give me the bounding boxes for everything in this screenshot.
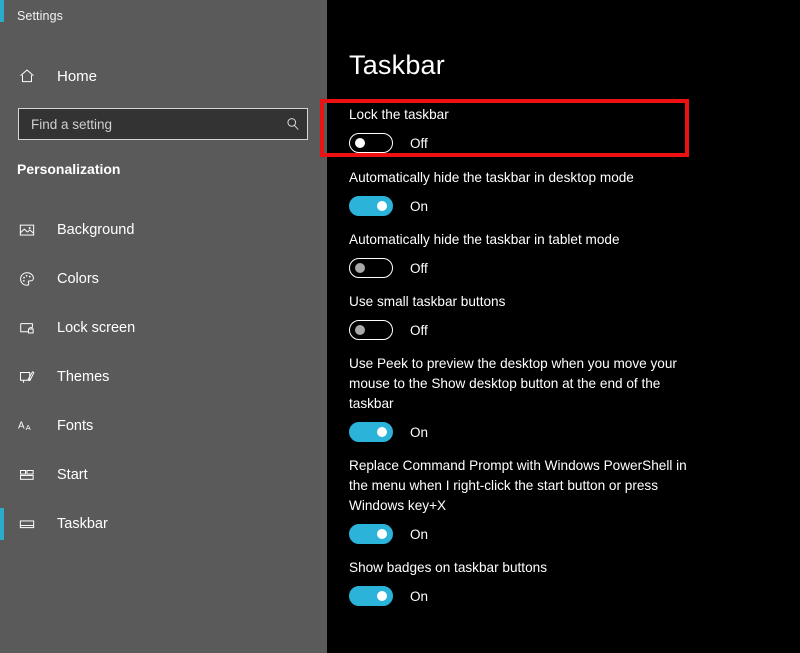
setting-small-taskbar-buttons: Use small taskbar buttons Off	[327, 292, 800, 341]
brush-icon	[16, 366, 38, 388]
toggle-use-peek[interactable]	[349, 422, 393, 442]
sidebar-item-taskbar[interactable]: Taskbar	[0, 508, 327, 540]
toggle-auto-hide-tablet-mode[interactable]	[349, 258, 393, 278]
sidebar-item-home-label: Home	[57, 67, 98, 85]
toggle-state-label: On	[410, 424, 429, 440]
sidebar-item-start-label: Start	[57, 467, 88, 483]
lock-screen-icon	[16, 317, 38, 339]
toggle-replace-command-prompt[interactable]	[349, 524, 393, 544]
home-icon	[16, 65, 38, 87]
setting-label: Use Peek to preview the desktop when you…	[349, 356, 677, 411]
toggle-row: On	[349, 523, 800, 545]
setting-label: Show badges on taskbar buttons	[349, 560, 547, 575]
selection-indicator	[0, 459, 4, 491]
setting-label: Automatically hide the taskbar in tablet…	[349, 232, 620, 247]
toggle-knob	[355, 325, 365, 335]
setting-label: Automatically hide the taskbar in deskto…	[349, 170, 634, 185]
toggle-row: On	[349, 195, 800, 217]
toggle-state-label: On	[410, 198, 429, 214]
toggle-small-taskbar-buttons[interactable]	[349, 320, 393, 340]
sidebar-item-home[interactable]: Home	[0, 60, 327, 92]
toggle-knob	[355, 138, 365, 148]
sidebar-item-fonts-label: Fonts	[57, 418, 94, 434]
toggle-row: On	[349, 585, 800, 607]
toggle-knob	[377, 427, 387, 437]
toggle-row: Off	[349, 257, 800, 279]
sidebar-item-background-label: Background	[57, 222, 135, 238]
setting-auto-hide-desktop-mode: Automatically hide the taskbar in deskto…	[327, 168, 800, 217]
search-input[interactable]	[19, 109, 279, 139]
toggle-state-label: Off	[410, 135, 428, 151]
sidebar-item-lock-screen[interactable]: Lock screen	[0, 312, 327, 344]
sidebar-item-themes[interactable]: Themes	[0, 361, 327, 393]
sidebar-item-taskbar-label: Taskbar	[57, 516, 108, 532]
setting-auto-hide-tablet-mode: Automatically hide the taskbar in tablet…	[327, 230, 800, 279]
start-icon	[16, 464, 38, 486]
toggle-row: Off	[349, 132, 800, 154]
setting-use-peek: Use Peek to preview the desktop when you…	[327, 354, 800, 443]
selection-indicator	[0, 508, 4, 540]
svg-text:A: A	[26, 423, 32, 432]
page-title: Taskbar	[349, 50, 445, 80]
search-box[interactable]	[18, 108, 308, 140]
toggle-state-label: On	[410, 526, 429, 542]
sidebar-nav-list: Background Colors Lock screen Themes A A…	[0, 214, 327, 557]
toggle-state-label: On	[410, 588, 429, 604]
toggle-state-label: Off	[410, 322, 428, 338]
app-title: Settings	[17, 9, 63, 23]
toggle-knob	[377, 591, 387, 601]
sidebar-item-colors[interactable]: Colors	[0, 263, 327, 295]
setting-lock-the-taskbar: Lock the taskbar Off	[327, 105, 800, 154]
svg-text:A: A	[18, 421, 25, 432]
selection-indicator	[0, 214, 4, 246]
settings-list: Lock the taskbar Off Automatically hide …	[327, 105, 800, 620]
toggle-state-label: Off	[410, 260, 428, 276]
setting-label: Lock the taskbar	[349, 107, 449, 122]
toggle-knob	[377, 529, 387, 539]
setting-show-badges: Show badges on taskbar buttons On	[327, 558, 800, 607]
setting-label: Use small taskbar buttons	[349, 294, 506, 309]
search-icon[interactable]	[279, 109, 307, 139]
sidebar-item-colors-label: Colors	[57, 271, 99, 287]
settings-window: Settings Home Personalization	[0, 0, 800, 653]
toggle-row: Off	[349, 319, 800, 341]
sidebar-item-lock-screen-label: Lock screen	[57, 320, 136, 336]
selection-indicator	[0, 361, 4, 393]
toggle-auto-hide-desktop-mode[interactable]	[349, 196, 393, 216]
setting-label: Replace Command Prompt with Windows Powe…	[349, 458, 687, 513]
sidebar-item-themes-label: Themes	[57, 369, 110, 385]
main-panel: Taskbar Lock the taskbar Off Automatical…	[327, 0, 800, 653]
toggle-knob	[377, 201, 387, 211]
fonts-icon: A A	[16, 415, 38, 437]
taskbar-icon	[16, 513, 38, 535]
sidebar-section-heading: Personalization	[17, 161, 121, 177]
setting-replace-command-prompt: Replace Command Prompt with Windows Powe…	[327, 456, 800, 545]
selection-indicator	[0, 263, 4, 295]
toggle-knob	[355, 263, 365, 273]
sidebar-item-background[interactable]: Background	[0, 214, 327, 246]
toggle-show-badges[interactable]	[349, 586, 393, 606]
selection-indicator	[0, 312, 4, 344]
selection-indicator	[0, 410, 4, 442]
toggle-lock-the-taskbar[interactable]	[349, 133, 393, 153]
toggle-row: On	[349, 421, 800, 443]
palette-icon	[16, 268, 38, 290]
window-accent-sliver	[0, 0, 4, 22]
sidebar-item-fonts[interactable]: A A Fonts	[0, 410, 327, 442]
sidebar: Settings Home Personalization	[0, 0, 327, 653]
sidebar-item-start[interactable]: Start	[0, 459, 327, 491]
picture-icon	[16, 219, 38, 241]
